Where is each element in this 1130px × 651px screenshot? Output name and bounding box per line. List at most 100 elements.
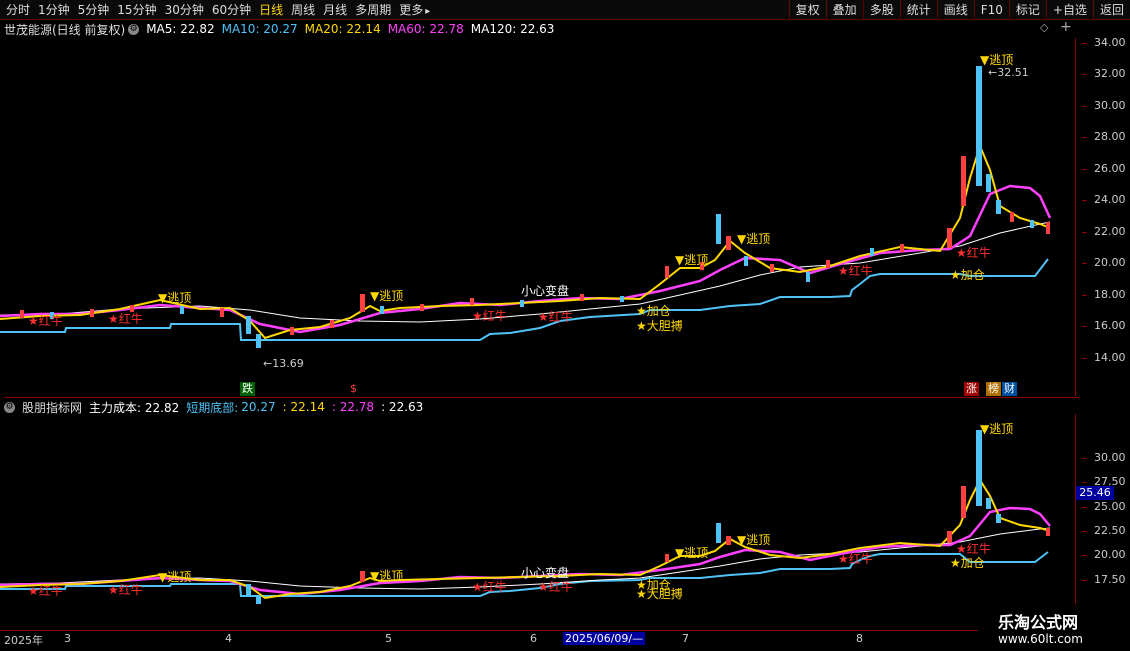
f10-button[interactable]: F10 [973, 0, 1009, 19]
ma20-line [0, 143, 1051, 340]
date-label: 2025年 [4, 634, 43, 647]
diamond-icon[interactable]: ◇ [1040, 21, 1048, 34]
multi-stock-button[interactable]: 多股 [862, 0, 900, 19]
red-bull-label: ★红牛 [28, 313, 63, 328]
toolbar-buttons: 复权 叠加 多股 统计 画线 F10 标记 +自选 返回 [788, 0, 1130, 19]
bold-fight-label: ★大胆搏 [636, 319, 683, 333]
red-bull-label: ★红牛 [108, 311, 143, 326]
date-label: 5 [385, 632, 392, 645]
tab-1min[interactable]: 1分钟 [38, 1, 70, 18]
settings-icon[interactable]: ⚙ [4, 401, 15, 413]
draw-line-button[interactable]: 画线 [936, 0, 974, 19]
red-bull-label: ★红牛 [838, 551, 873, 566]
axis-tick: 32.00 [1082, 67, 1126, 80]
high-price-value: 32.51 [997, 66, 1029, 79]
red-bull-label: ★红牛 [472, 579, 507, 594]
axis-tick: 30.00 [1082, 99, 1126, 112]
site-watermark: 乐淘公式网 www.60lt.com [978, 604, 1130, 650]
red-bull-label: ★红牛 [28, 583, 63, 598]
tab-5min[interactable]: 5分钟 [78, 1, 110, 18]
ma60-value: MA60: 22.78 [387, 22, 464, 36]
main-cost-value: 主力成本: 22.82 [89, 400, 180, 415]
red-bull-label: ★红牛 [538, 579, 573, 594]
red-bull-label: ★红牛 [838, 263, 873, 278]
axis-tick: 22.00 [1082, 225, 1126, 238]
red-bull-label: ★红牛 [108, 582, 143, 597]
sell-signal-badge: $ [350, 382, 357, 395]
axis-tick: 26.00 [1082, 162, 1126, 175]
finance-badge: 财 [1002, 382, 1017, 396]
tab-15min[interactable]: 15分钟 [117, 1, 156, 18]
stock-title: 世茂能源(日线 前复权) [4, 22, 126, 37]
tab-weekly[interactable]: 周线 [291, 1, 315, 18]
back-button[interactable]: 返回 [1092, 0, 1130, 19]
tab-multi-period[interactable]: 多周期 [355, 1, 391, 18]
indicator-value-3: : 22.78 [331, 400, 375, 414]
axis-tick: 28.00 [1082, 130, 1126, 143]
escape-top-label: ▼逃顶 [737, 533, 770, 547]
low-price-label: ←13.69 [263, 357, 304, 370]
add-icon[interactable]: + [1060, 19, 1072, 35]
axis-tick: 20.00 [1082, 256, 1126, 269]
escape-top-label: ▼逃顶 [980, 422, 1013, 436]
watermark-name: 乐淘公式网 [998, 613, 1079, 632]
red-bull-label: ★红牛 [956, 541, 991, 556]
red-bull-label: ★红牛 [956, 245, 991, 260]
ma20-value: MA20: 22.14 [304, 22, 381, 36]
ma120-line [0, 221, 1051, 323]
indicator-value-4: : 22.63 [381, 400, 424, 414]
overlay-button[interactable]: 叠加 [825, 0, 863, 19]
escape-top-label: ▼逃顶 [675, 546, 708, 560]
main-price-axis: 34.00 32.00 30.00 28.00 26.00 24.00 22.0… [1076, 36, 1130, 396]
bold-fight-label: ★大胆搏 [636, 587, 683, 601]
escape-top-label: ▼逃顶 [675, 253, 708, 267]
rise-badge: 涨 [964, 382, 979, 396]
add-position-label: ★加仓 [636, 304, 671, 318]
high-price-label: ←32.51 [988, 66, 1029, 79]
tab-daily[interactable]: 日线 [259, 1, 283, 18]
selected-date-label: 2025/06/09/— [563, 632, 646, 645]
period-tabs: 分时 1分钟 5分钟 15分钟 30分钟 60分钟 日线 周线 月线 多周期 更… [6, 0, 438, 19]
indicator-chart[interactable]: ▼逃顶 ▼逃顶 ▼逃顶 ▼逃顶 ▼逃顶 ★红牛 ★红牛 ★红牛 ★红牛 ★红牛 … [0, 414, 1075, 630]
chevron-right-icon: ▸ [425, 6, 431, 17]
add-watchlist-button[interactable]: +自选 [1045, 0, 1093, 19]
date-label: 8 [856, 632, 863, 645]
axis-tick: 22.50 [1082, 524, 1126, 537]
short-bottom-value: 20.27 [241, 400, 276, 414]
settings-icon[interactable]: ⚙ [128, 23, 140, 35]
escape-top-label: ▼逃顶 [158, 570, 191, 584]
short-bottom-label: 短期底部: [186, 400, 239, 415]
statistics-button[interactable]: 统计 [899, 0, 937, 19]
axis-tick: 30.00 [1082, 451, 1126, 464]
drop-badge: 跌 [240, 382, 255, 396]
ma5-value: MA5: 22.82 [146, 22, 215, 36]
axis-tick: 16.00 [1082, 319, 1126, 332]
date-label: 3 [64, 632, 71, 645]
tab-60min[interactable]: 60分钟 [212, 1, 251, 18]
watermark-url: www.60lt.com [998, 632, 1083, 646]
ma60-line [0, 184, 1052, 334]
escape-top-label: ▼逃顶 [737, 232, 770, 246]
date-axis[interactable]: 2025年 3 4 5 6 2025/06/09/— 7 8 [0, 630, 978, 651]
current-price-tag: 25.46 [1076, 486, 1114, 500]
main-chart-info: 世茂能源(日线 前复权) ⚙ MA5: 22.82 MA10: 20.27 MA… [4, 20, 1079, 38]
restore-rights-button[interactable]: 复权 [788, 0, 826, 19]
mark-button[interactable]: 标记 [1008, 0, 1046, 19]
date-label: 7 [682, 632, 689, 645]
low-price-value: 13.69 [272, 357, 304, 370]
indicator-title: 股朋指标网 [22, 400, 83, 415]
axis-tick: 24.00 [1082, 193, 1126, 206]
tab-more[interactable]: 更多 ▸ [399, 1, 430, 18]
indicator-value-2: : 22.14 [282, 400, 325, 414]
escape-top-label: ▼逃顶 [158, 291, 191, 305]
main-price-chart[interactable]: ▼逃顶 ▼逃顶 ▼逃顶 ▼逃顶 ▼逃顶 ★红牛 ★红牛 ★红牛 ★红牛 ★红牛 … [0, 38, 1075, 396]
add-position-label: ★加仓 [950, 556, 985, 570]
tab-monthly[interactable]: 月线 [323, 1, 347, 18]
axis-tick: 20.00 [1082, 548, 1126, 561]
date-label: 4 [225, 632, 232, 645]
escape-top-label: ▼逃顶 [370, 289, 403, 303]
tab-fenshi[interactable]: 分时 [6, 1, 30, 18]
red-bull-label: ★红牛 [538, 309, 573, 324]
tab-30min[interactable]: 30分钟 [165, 1, 204, 18]
ma120-value: MA120: 22.63 [470, 22, 555, 36]
